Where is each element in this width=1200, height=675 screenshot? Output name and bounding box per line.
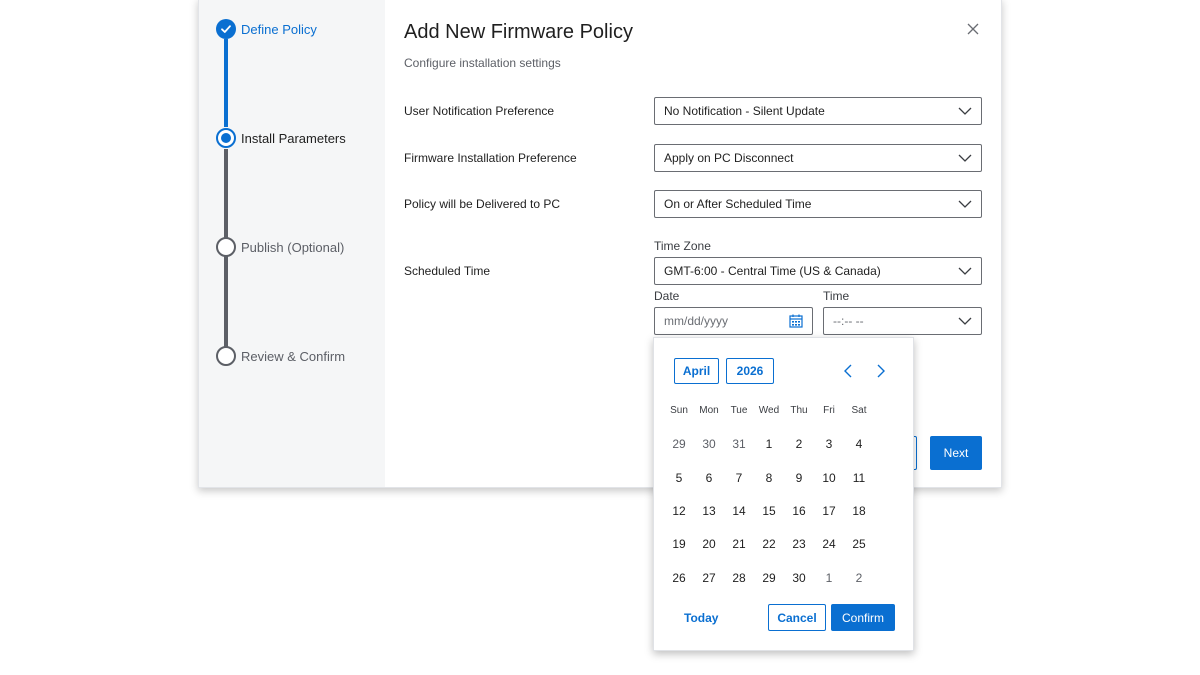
calendar-day[interactable]: 29 (664, 437, 694, 451)
timezone-value: GMT-6:00 - Central Time (US & Canada) (664, 264, 881, 278)
step-label: Install Parameters (241, 130, 346, 146)
current-step-icon (216, 128, 236, 148)
year-button[interactable]: 2026 (726, 358, 774, 384)
calendar-day[interactable]: 18 (844, 504, 874, 518)
calendar-day[interactable]: 13 (694, 504, 724, 518)
calendar-day[interactable]: 6 (694, 471, 724, 485)
calendar-icon[interactable] (789, 314, 803, 328)
delivery-label: Policy will be Delivered to PC (404, 197, 561, 211)
calendar-day[interactable]: 25 (844, 537, 874, 551)
weekday-header: Sun (670, 405, 688, 416)
weekday-header: Wed (758, 405, 780, 416)
calendar-day[interactable]: 8 (754, 471, 784, 485)
calendar-day[interactable]: 20 (694, 537, 724, 551)
chevron-down-icon (958, 107, 972, 115)
calendar-day[interactable]: 30 (694, 437, 724, 451)
check-icon (216, 19, 236, 39)
stepper-line-complete (224, 39, 228, 127)
weekday-header: Fri (823, 405, 835, 416)
calendar-day[interactable]: 1 (754, 437, 784, 451)
step-label: Define Policy (241, 21, 317, 37)
time-placeholder: --:-- -- (833, 314, 864, 328)
installation-select[interactable]: Apply on PC Disconnect (654, 144, 982, 172)
calendar-day[interactable]: 9 (784, 471, 814, 485)
date-picker-popup: April 2026 Sun Mon Tue Wed Thu Fri Sat 29 30 31 1… (653, 337, 914, 651)
month-button[interactable]: April (674, 358, 719, 384)
weekday-header: Thu (790, 405, 808, 416)
notification-label: User Notification Preference (404, 104, 555, 118)
calendar-day[interactable]: 2 (784, 437, 814, 451)
step-review-confirm[interactable]: Review & Confirm (216, 346, 345, 366)
chevron-left-icon[interactable] (839, 362, 857, 380)
step-install-parameters[interactable]: Install Parameters (216, 128, 346, 148)
page-title: Add New Firmware Policy (404, 21, 633, 43)
date-placeholder: mm/dd/yyyy (664, 314, 729, 328)
weekday-header: Tue (730, 405, 748, 416)
close-icon[interactable] (965, 21, 981, 37)
calendar-day[interactable]: 26 (664, 571, 694, 585)
chevron-down-icon (958, 200, 972, 208)
today-button[interactable]: Today (684, 611, 718, 625)
calendar-day[interactable]: 29 (754, 571, 784, 585)
installation-label: Firmware Installation Preference (404, 151, 577, 165)
next-button[interactable]: Next (930, 436, 982, 470)
calendar-day[interactable]: 5 (664, 471, 694, 485)
calendar-day[interactable]: 12 (664, 504, 694, 518)
chevron-down-icon (958, 154, 972, 162)
calendar-day[interactable]: 22 (754, 537, 784, 551)
calendar-day[interactable]: 16 (784, 504, 814, 518)
chevron-right-icon[interactable] (872, 362, 890, 380)
time-select[interactable]: --:-- -- (823, 307, 982, 335)
calendar-day[interactable]: 10 (814, 471, 844, 485)
chevron-down-icon (958, 317, 972, 325)
installation-value: Apply on PC Disconnect (664, 151, 794, 165)
calendar-day[interactable]: 7 (724, 471, 754, 485)
page-subtitle: Configure installation settings (404, 56, 561, 70)
calendar-day[interactable]: 14 (724, 504, 754, 518)
delivery-select[interactable]: On or After Scheduled Time (654, 190, 982, 218)
confirm-button[interactable]: Confirm (831, 604, 895, 631)
timezone-label: Time Zone (654, 239, 711, 253)
notification-select[interactable]: No Notification - Silent Update (654, 97, 982, 125)
calendar-day[interactable]: 15 (754, 504, 784, 518)
calendar-day[interactable]: 27 (694, 571, 724, 585)
calendar-day[interactable]: 4 (844, 437, 874, 451)
calendar-day[interactable]: 11 (844, 471, 874, 485)
calendar-day[interactable]: 17 (814, 504, 844, 518)
calendar-day[interactable]: 28 (724, 571, 754, 585)
time-label: Time (823, 289, 850, 303)
weekday-header: Mon (699, 405, 719, 416)
notification-value: No Notification - Silent Update (664, 104, 825, 118)
date-input[interactable]: mm/dd/yyyy (654, 307, 813, 335)
chevron-down-icon (958, 267, 972, 275)
pending-step-icon (216, 346, 236, 366)
cancel-button[interactable]: Cancel (768, 604, 826, 631)
scheduled-time-label: Scheduled Time (404, 264, 491, 278)
calendar-day[interactable]: 31 (724, 437, 754, 451)
date-label: Date (654, 289, 680, 303)
calendar-day[interactable]: 1 (814, 571, 844, 585)
step-label: Publish (Optional) (241, 239, 345, 255)
step-label: Review & Confirm (241, 348, 346, 364)
weekday-header: Sat (851, 405, 867, 416)
calendar-day[interactable]: 23 (784, 537, 814, 551)
delivery-value: On or After Scheduled Time (664, 197, 812, 211)
timezone-select[interactable]: GMT-6:00 - Central Time (US & Canada) (654, 257, 982, 285)
calendar-day[interactable]: 2 (844, 571, 874, 585)
pending-step-icon (216, 237, 236, 257)
step-publish[interactable]: Publish (Optional) (216, 237, 344, 257)
step-define-policy[interactable]: Define Policy (216, 19, 317, 39)
calendar-day[interactable]: 24 (814, 537, 844, 551)
calendar-day[interactable]: 19 (664, 537, 694, 551)
stepper-sidebar: Define Policy Install Parameters Publish… (199, 0, 385, 487)
calendar-day[interactable]: 30 (784, 571, 814, 585)
calendar-day[interactable]: 21 (724, 537, 754, 551)
calendar-day[interactable]: 3 (814, 437, 844, 451)
